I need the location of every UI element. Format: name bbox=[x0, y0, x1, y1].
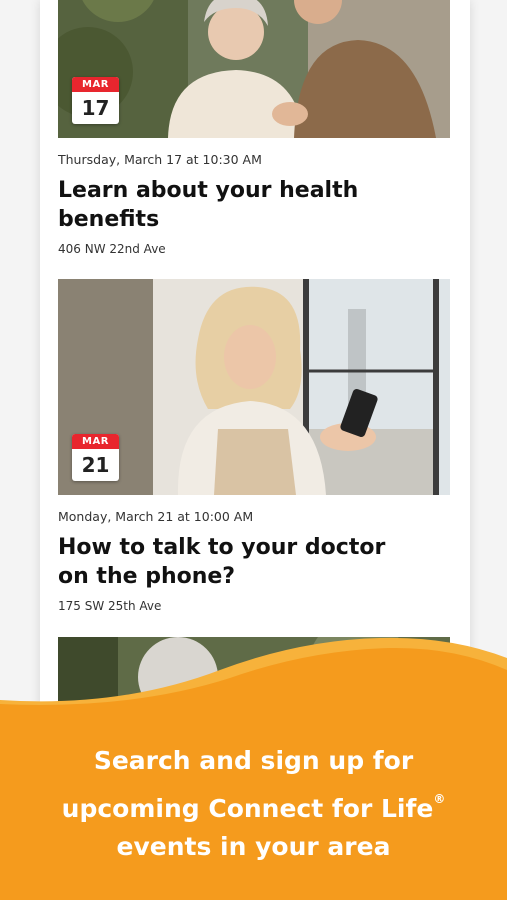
event-photo: MAR 21 bbox=[58, 279, 450, 495]
promo-headline: Search and sign up for upcoming Connect … bbox=[0, 742, 507, 866]
event-address: 175 SW 25th Ave bbox=[58, 599, 162, 613]
date-badge: MAR 21 bbox=[72, 434, 119, 481]
event-datetime: Monday, March 21 at 10:00 AM bbox=[58, 509, 254, 524]
badge-day: 21 bbox=[81, 453, 110, 477]
event-card[interactable]: MAR 17 Thursday, March 17 at 10:30 AM Le… bbox=[58, 0, 450, 256]
badge-month: MAR bbox=[72, 77, 119, 92]
registered-mark: ® bbox=[433, 792, 446, 806]
badge-month: MAR bbox=[72, 434, 119, 449]
event-card[interactable]: MAR 21 Monday, March 21 at 10:00 AM How … bbox=[58, 279, 450, 613]
promo-line-2-text: upcoming Connect for Life bbox=[61, 794, 434, 823]
event-address: 406 NW 22nd Ave bbox=[58, 242, 166, 256]
promo-banner: Search and sign up for upcoming Connect … bbox=[0, 630, 507, 900]
promo-line-2: upcoming Connect for Life® bbox=[0, 780, 507, 828]
event-title[interactable]: Learn about your health benefits bbox=[58, 176, 418, 234]
event-title[interactable]: How to talk to your doctor on the phone? bbox=[58, 533, 418, 591]
promo-line-3: events in your area bbox=[116, 832, 391, 861]
badge-day: 17 bbox=[81, 96, 110, 120]
date-badge: MAR 17 bbox=[72, 77, 119, 124]
event-photo: MAR 17 bbox=[58, 0, 450, 138]
event-datetime: Thursday, March 17 at 10:30 AM bbox=[58, 152, 262, 167]
promo-line-1: Search and sign up for bbox=[93, 746, 414, 775]
phone-screen: MAR 17 Thursday, March 17 at 10:30 AM Le… bbox=[40, 0, 470, 740]
